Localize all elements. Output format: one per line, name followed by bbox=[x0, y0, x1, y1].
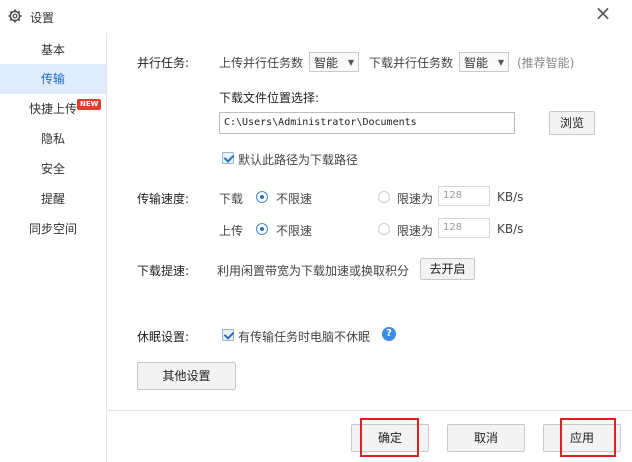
chevron-down-icon: ▼ bbox=[347, 58, 354, 67]
download-location-label: 下载文件位置选择: bbox=[219, 91, 320, 105]
upload-unlimited-label: 不限速 bbox=[276, 224, 313, 238]
new-badge: NEW bbox=[77, 99, 102, 110]
download-parallel-select[interactable]: 智能 ▼ bbox=[459, 52, 509, 72]
sidebar: 基本 传输 快捷上传 NEW 隐私 安全 提醒 同步空间 bbox=[0, 33, 107, 462]
sidebar-item-transfer[interactable]: 传输 bbox=[0, 64, 106, 94]
gear-icon bbox=[8, 9, 22, 23]
other-settings-button[interactable]: 其他设置 bbox=[137, 362, 236, 390]
upload-unit-label: KB/s bbox=[497, 222, 524, 236]
download-limit-radio[interactable] bbox=[378, 191, 390, 203]
window-title: 设置 bbox=[30, 11, 55, 25]
sidebar-item-security[interactable]: 安全 bbox=[0, 154, 106, 184]
download-speed-label: 下载 bbox=[219, 192, 244, 206]
download-path-input[interactable]: C:\Users\Administrator\Documents bbox=[219, 112, 515, 134]
upload-parallel-value: 智能 bbox=[314, 56, 339, 70]
download-unlimited-radio[interactable] bbox=[256, 191, 268, 203]
recommend-hint: (推荐智能) bbox=[517, 56, 575, 70]
download-limit-label: 限速为 bbox=[397, 192, 434, 206]
apply-highlight-box bbox=[560, 418, 616, 457]
default-path-checkbox[interactable] bbox=[222, 152, 234, 164]
enable-boost-button[interactable]: 去开启 bbox=[420, 258, 475, 280]
parallel-tasks-label: 并行任务: bbox=[137, 56, 190, 70]
sleep-settings-label: 休眠设置: bbox=[137, 330, 190, 344]
title-bar: 设置 × bbox=[0, 0, 632, 33]
help-icon[interactable]: ? bbox=[382, 327, 396, 341]
upload-parallel-select[interactable]: 智能 ▼ bbox=[309, 52, 359, 72]
chevron-down-icon: ▼ bbox=[497, 58, 504, 67]
upload-limit-input[interactable]: 128 bbox=[438, 218, 490, 238]
upload-limit-radio[interactable] bbox=[378, 223, 390, 235]
close-button[interactable]: × bbox=[588, 0, 618, 28]
download-unit-label: KB/s bbox=[497, 190, 524, 204]
ok-highlight-box bbox=[360, 418, 419, 457]
upload-speed-label: 上传 bbox=[219, 224, 244, 238]
download-parallel-label: 下载并行任务数 bbox=[369, 56, 454, 70]
sidebar-item-reminder[interactable]: 提醒 bbox=[0, 184, 106, 214]
no-sleep-checkbox[interactable] bbox=[222, 329, 234, 341]
download-parallel-value: 智能 bbox=[464, 56, 489, 70]
footer-divider bbox=[107, 410, 632, 411]
cancel-button[interactable]: 取消 bbox=[447, 424, 525, 452]
upload-limit-label: 限速为 bbox=[397, 224, 434, 238]
sidebar-item-basic[interactable]: 基本 bbox=[0, 35, 106, 65]
upload-parallel-label: 上传并行任务数 bbox=[219, 56, 304, 70]
sidebar-item-quick-upload[interactable]: 快捷上传 NEW bbox=[0, 94, 106, 124]
browse-button[interactable]: 浏览 bbox=[549, 111, 595, 135]
download-boost-desc: 利用闲置带宽为下载加速或换取积分 bbox=[217, 264, 410, 278]
upload-unlimited-radio[interactable] bbox=[256, 223, 268, 235]
sidebar-item-sync-space[interactable]: 同步空间 bbox=[0, 214, 106, 244]
sidebar-item-label: 快捷上传 bbox=[28, 102, 77, 116]
download-unlimited-label: 不限速 bbox=[276, 192, 313, 206]
default-path-label: 默认此路径为下载路径 bbox=[238, 153, 359, 167]
no-sleep-label: 有传输任务时电脑不休眠 bbox=[238, 330, 371, 344]
download-boost-label: 下载提速: bbox=[137, 264, 190, 278]
transfer-speed-label: 传输速度: bbox=[137, 192, 190, 206]
download-limit-input[interactable]: 128 bbox=[438, 186, 490, 206]
sidebar-item-privacy[interactable]: 隐私 bbox=[0, 124, 106, 154]
